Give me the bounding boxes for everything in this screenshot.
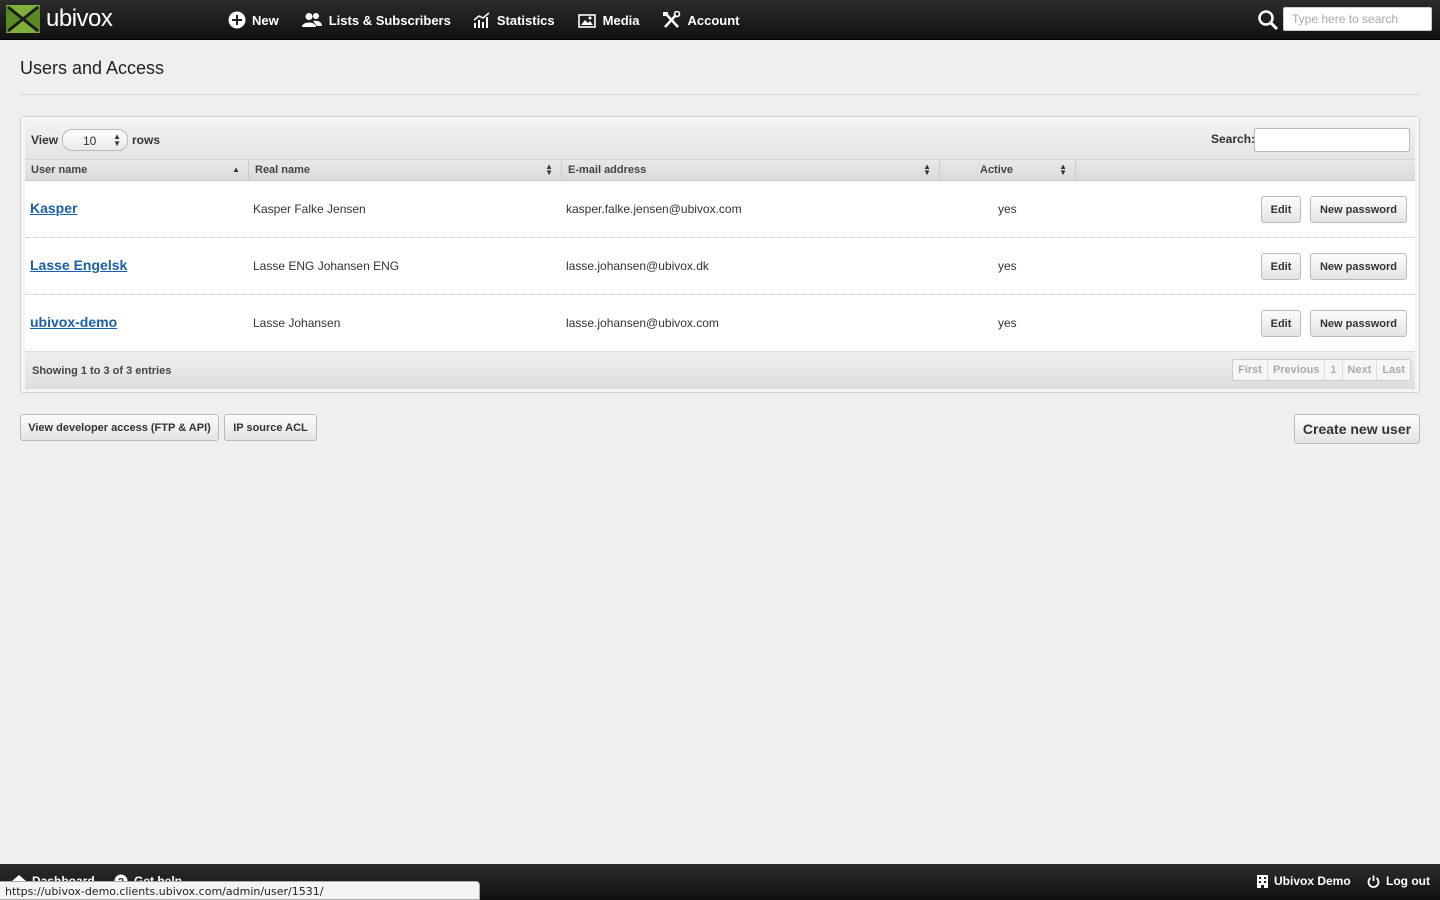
column-header-label: User name [31,164,88,176]
new-password-button[interactable]: New password [1310,253,1407,280]
select-arrows-icon: ▲ ▼ [113,132,121,148]
footer-logout-link[interactable]: Log out [1367,874,1430,888]
edit-button[interactable]: Edit [1261,253,1301,280]
email-cell: lasse.johansen@ubivox.dk [566,259,709,273]
active-cell: yes [998,316,1017,330]
rows-label: rows [132,133,161,147]
developer-access-button[interactable]: View developer access (FTP & API) [20,414,219,441]
email-cell: lasse.johansen@ubivox.com [566,316,719,330]
top-navigation-bar: ubivox New Lists & Subscribers Statistic… [0,0,1440,40]
title-divider [20,94,1420,95]
table-row: Lasse Engelsk Lasse ENG Johansen ENG las… [25,238,1415,295]
building-icon [1257,874,1268,888]
realname-cell: Kasper Falke Jensen [253,202,366,216]
entries-info: Showing 1 to 3 of 3 entries [32,365,172,377]
plus-circle-icon [228,11,246,29]
footer-account-link[interactable]: Ubivox Demo [1257,874,1351,888]
nav-lists-subscribers[interactable]: Lists & Subscribers [301,12,451,28]
global-search-input[interactable] [1283,7,1432,31]
active-cell: yes [998,202,1017,216]
pager-next[interactable]: Next [1343,360,1378,380]
ubivox-logo-icon [6,5,40,33]
nav-statistics-label: Statistics [496,12,555,28]
active-cell: yes [998,259,1017,273]
nav-account[interactable]: Account [662,11,740,29]
users-icon [301,13,322,27]
column-header-username[interactable]: User name ▲ [25,160,249,181]
column-header-realname[interactable]: Real name ▲ ▼ [249,160,562,181]
create-new-user-button[interactable]: Create new user [1294,414,1420,444]
table-toolbar: View 10 ▲ ▼ rows Search: [25,121,1415,159]
power-icon [1367,875,1380,888]
nav-account-label: Account [687,12,740,28]
pager-first[interactable]: First [1233,360,1268,380]
sort-ascending-icon: ▲ [232,165,240,174]
main-nav: New Lists & Subscribers Statistics Media… [228,0,762,40]
edit-button[interactable]: Edit [1261,196,1301,223]
rows-per-page-value: 10 [83,134,97,148]
table-header: User name ▲ Real name ▲ ▼ E-mail address … [25,159,1415,181]
sort-both-icon: ▲ ▼ [923,162,931,177]
view-label: View [31,133,59,147]
table-footer: Showing 1 to 3 of 3 entries First Previo… [25,352,1415,389]
nav-new-label: New [252,12,279,28]
nav-media-label: Media [602,12,640,28]
tools-icon [662,11,680,28]
footer-account-label: Ubivox Demo [1274,874,1351,888]
column-header-label: Real name [255,164,311,176]
nav-media[interactable]: Media [577,12,640,28]
pager-previous[interactable]: Previous [1268,360,1326,380]
image-icon [577,14,596,28]
logo-text: ubivox [46,5,113,32]
nav-statistics[interactable]: Statistics [473,12,555,28]
footer-logout-label: Log out [1386,874,1430,888]
table-row: ubivox-demo Lasse Johansen lasse.johanse… [25,295,1415,352]
pager-last[interactable]: Last [1377,360,1410,380]
rows-per-page-select[interactable]: 10 ▲ ▼ [62,129,128,151]
table-row: Kasper Kasper Falke Jensen kasper.falke.… [25,181,1415,238]
ip-source-acl-button[interactable]: IP source ACL [224,414,317,441]
realname-cell: Lasse ENG Johansen ENG [253,259,400,273]
username-link[interactable]: ubivox-demo [30,314,117,330]
sort-both-icon: ▲ ▼ [1059,162,1067,177]
bar-chart-icon [473,12,490,28]
nav-new[interactable]: New [228,11,279,29]
sort-both-icon: ▲ ▼ [545,162,553,177]
search-icon[interactable] [1257,9,1279,31]
pager-page-1[interactable]: 1 [1325,360,1343,380]
new-password-button[interactable]: New password [1310,310,1407,337]
pagination: First Previous 1 Next Last [1232,359,1411,381]
table-search-label: Search: [1211,132,1256,146]
realname-cell: Lasse Johansen [253,316,341,330]
edit-button[interactable]: Edit [1261,310,1301,337]
table-search-input[interactable] [1254,128,1410,152]
column-header-email[interactable]: E-mail address ▲ ▼ [562,160,940,181]
new-password-button[interactable]: New password [1310,196,1407,223]
page-title: Users and Access [20,58,165,78]
username-link[interactable]: Lasse Engelsk [30,257,127,273]
column-header-label: Active [980,164,1014,176]
column-header-label: E-mail address [568,164,647,176]
users-table-panel: View 10 ▲ ▼ rows Search: User name ▲ Real… [20,116,1420,393]
ubivox-logo[interactable]: ubivox [6,5,113,33]
email-cell: kasper.falke.jensen@ubivox.com [566,202,742,216]
browser-status-url: https://ubivox-demo.clients.ubivox.com/a… [0,881,480,900]
nav-lists-label: Lists & Subscribers [328,12,451,28]
username-link[interactable]: Kasper [30,200,77,216]
column-header-active[interactable]: Active ▲ ▼ [940,160,1076,181]
